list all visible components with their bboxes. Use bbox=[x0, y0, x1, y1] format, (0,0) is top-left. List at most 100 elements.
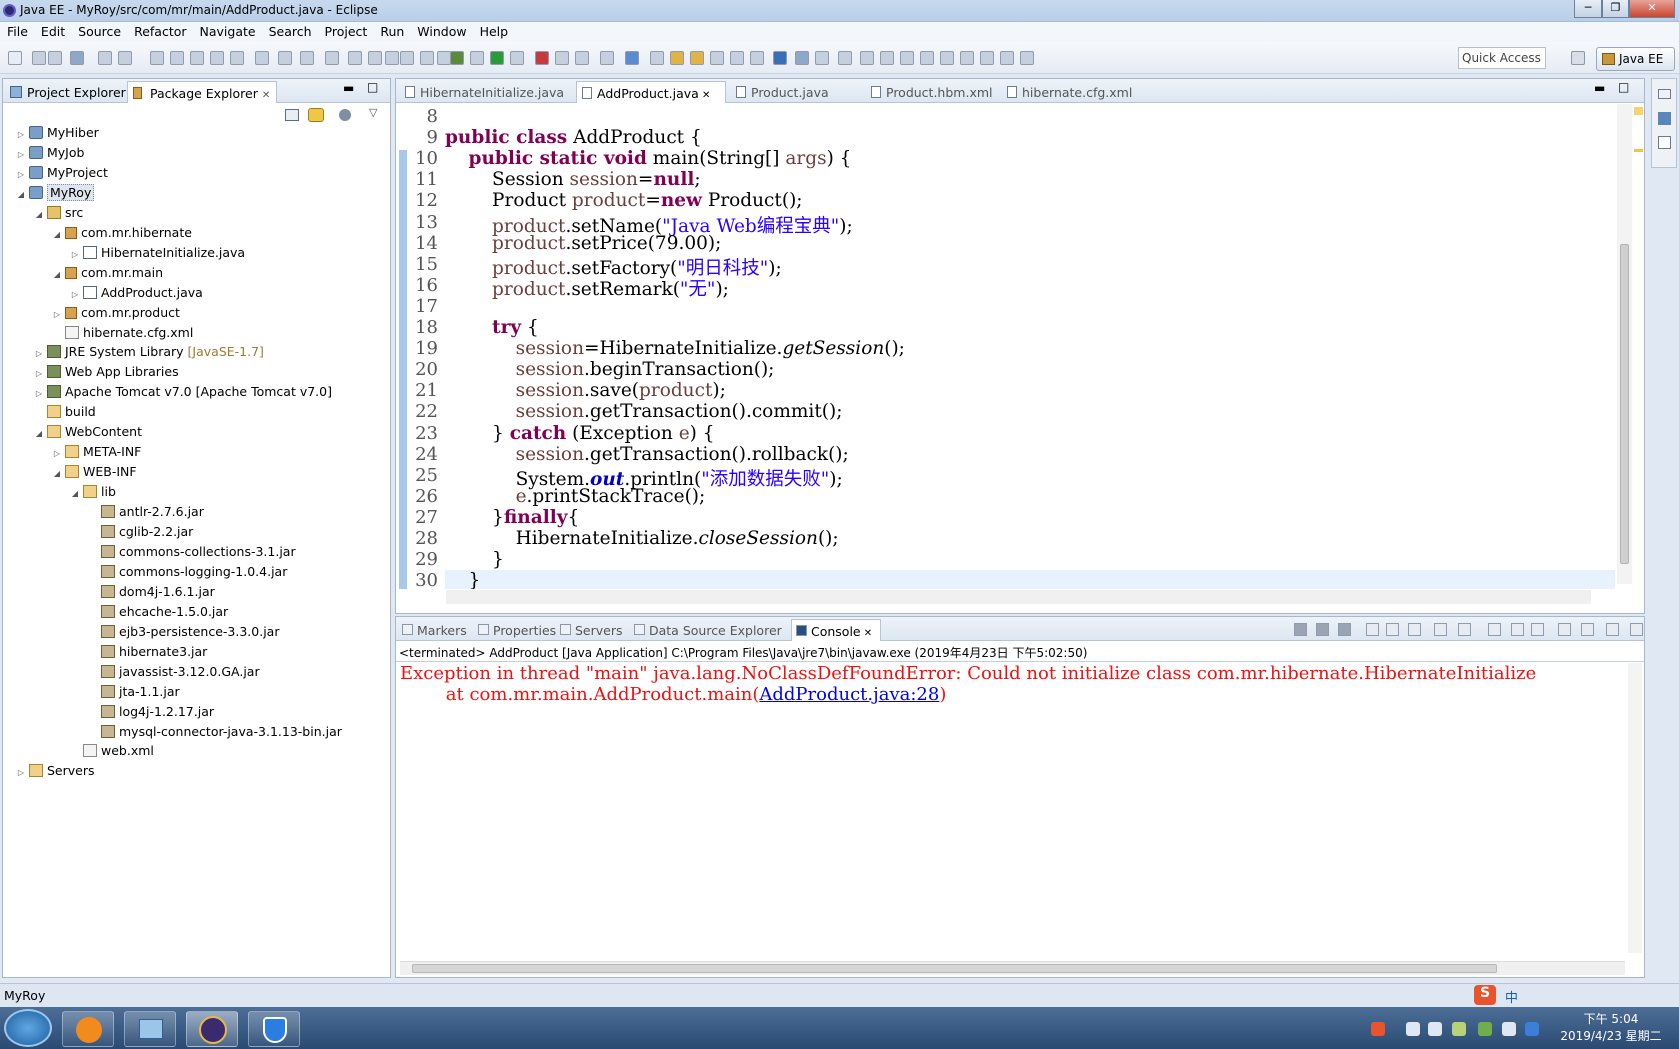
tree-item[interactable]: jta-1.1.jar bbox=[87, 682, 180, 701]
shield-tray-icon[interactable] bbox=[1406, 1022, 1420, 1036]
maximize-view-icon[interactable] bbox=[1630, 623, 1643, 636]
tab-console[interactable]: Console ✕ bbox=[791, 619, 881, 641]
minimize-button[interactable]: ─ bbox=[1574, 0, 1602, 18]
tree-item[interactable]: dom4j-1.6.1.jar bbox=[87, 582, 215, 601]
editor-vertical-scrollbar[interactable] bbox=[1617, 104, 1632, 584]
sogou-tray-icon[interactable] bbox=[1371, 1022, 1385, 1036]
toolbar-button-icon[interactable] bbox=[773, 51, 787, 65]
toolbar-button-icon[interactable] bbox=[98, 51, 112, 65]
code-line[interactable]: Session session=null; bbox=[445, 169, 701, 190]
minimize-view-icon[interactable] bbox=[1606, 623, 1619, 636]
expand-toggle-icon[interactable]: ▷ bbox=[15, 165, 27, 184]
usb-tray-icon[interactable] bbox=[1452, 1022, 1466, 1036]
toolbar-button-icon[interactable] bbox=[210, 51, 224, 65]
toolbar-button-icon[interactable] bbox=[368, 51, 382, 65]
expand-toggle-icon[interactable]: ◢ bbox=[51, 464, 63, 483]
display-console-icon[interactable] bbox=[1511, 623, 1524, 636]
link-with-editor-icon[interactable] bbox=[308, 108, 324, 122]
code-line[interactable]: } bbox=[445, 570, 1615, 589]
toolbar-button-icon[interactable] bbox=[230, 51, 244, 65]
menu-refactor[interactable]: Refactor bbox=[127, 22, 192, 39]
code-line[interactable]: public static void main(String[] args) { bbox=[445, 148, 852, 169]
tab-markers[interactable]: Markers bbox=[398, 619, 472, 641]
expand-toggle-icon[interactable]: ◢ bbox=[33, 205, 45, 224]
menu-navigate[interactable]: Navigate bbox=[193, 22, 262, 39]
expand-toggle-icon[interactable]: ▷ bbox=[51, 444, 63, 463]
tree-item[interactable]: ▷ HibernateInitialize.java bbox=[69, 243, 245, 262]
console-vertical-scrollbar[interactable] bbox=[1628, 663, 1642, 953]
toolbar-button-icon[interactable] bbox=[470, 51, 484, 65]
toolbar-button-icon[interactable] bbox=[838, 51, 852, 65]
toolbar-button-icon[interactable] bbox=[690, 51, 704, 65]
toolbar-button-icon[interactable] bbox=[730, 51, 744, 65]
toolbar-button-icon[interactable] bbox=[450, 51, 464, 65]
expand-toggle-icon[interactable]: ◢ bbox=[51, 265, 63, 284]
toolbar-button-icon[interactable] bbox=[170, 51, 184, 65]
expand-toggle-icon[interactable]: ▷ bbox=[69, 285, 81, 304]
expand-toggle-icon[interactable]: ▷ bbox=[33, 344, 45, 363]
toolbar-button-icon[interactable] bbox=[575, 51, 589, 65]
toolbar-button-icon[interactable] bbox=[710, 51, 724, 65]
tab-data-source-explorer[interactable]: Data Source Explorer bbox=[630, 619, 788, 641]
editor-tab[interactable]: AddProduct.java ✕ bbox=[576, 81, 726, 103]
code-area[interactable]: 8 9 public class AddProduct {10 public sta… bbox=[396, 104, 1644, 589]
toolbar-button-icon[interactable] bbox=[650, 51, 664, 65]
terminate-icon[interactable] bbox=[1294, 623, 1307, 636]
remove-all-icon[interactable] bbox=[1338, 623, 1351, 636]
toolbar-button-icon[interactable] bbox=[255, 51, 269, 65]
toolbar-button-icon[interactable] bbox=[385, 51, 399, 65]
menu-help[interactable]: Help bbox=[473, 22, 515, 39]
tree-item[interactable]: ▷ MyJob bbox=[15, 143, 85, 164]
tree-item[interactable]: log4j-1.2.17.jar bbox=[87, 702, 214, 721]
expand-toggle-icon[interactable]: ◢ bbox=[33, 424, 45, 443]
tree-item[interactable]: mysql-connector-java-3.1.13-bin.jar bbox=[87, 722, 342, 741]
toolbar-button-icon[interactable] bbox=[400, 51, 414, 65]
toolbar-button-icon[interactable] bbox=[880, 51, 894, 65]
code-line[interactable]: } catch (Exception e) { bbox=[445, 423, 715, 444]
expand-toggle-icon[interactable]: ◢ bbox=[15, 185, 27, 204]
close-tab-icon[interactable]: ✕ bbox=[262, 90, 270, 101]
tree-item[interactable]: ejb3-persistence-3.3.0.jar bbox=[87, 622, 279, 641]
volume-tray-icon[interactable] bbox=[1428, 1022, 1442, 1036]
quick-access-input[interactable]: Quick Access bbox=[1458, 47, 1546, 69]
expand-toggle-icon[interactable]: ▷ bbox=[15, 145, 27, 164]
expand-toggle-icon[interactable]: ▷ bbox=[51, 305, 63, 324]
tab-servers[interactable]: Servers bbox=[556, 619, 628, 641]
toolbar-button-icon[interactable] bbox=[815, 51, 829, 65]
restore-icon[interactable] bbox=[1658, 89, 1671, 99]
menu-run[interactable]: Run bbox=[373, 22, 410, 39]
view-menu-icon[interactable]: ▽ bbox=[369, 106, 377, 119]
overview-marker[interactable] bbox=[1634, 149, 1643, 152]
code-line[interactable]: session=HibernateInitialize.getSession()… bbox=[445, 338, 905, 359]
menu-window[interactable]: Window bbox=[410, 22, 472, 39]
tree-item[interactable]: build bbox=[33, 402, 96, 421]
maximize-editor-icon[interactable]: □ bbox=[1618, 80, 1629, 94]
toolbar-button-icon[interactable] bbox=[437, 51, 451, 65]
tab-properties[interactable]: Properties bbox=[474, 619, 556, 641]
toolbar-button-icon[interactable] bbox=[32, 51, 46, 65]
tab-project-explorer[interactable]: Project Explorer bbox=[5, 81, 127, 103]
menu-file[interactable]: File bbox=[0, 22, 34, 39]
tree-item[interactable]: ▷ AddProduct.java bbox=[69, 283, 203, 302]
control-panel-taskbar-icon[interactable] bbox=[124, 1011, 176, 1047]
editor-tab[interactable]: hibernate.cfg.xml bbox=[1002, 81, 1142, 103]
toolbar-button-icon[interactable] bbox=[118, 51, 132, 65]
tree-item[interactable]: ◢ com.mr.hibernate bbox=[51, 223, 192, 242]
toolbar-button-icon[interactable] bbox=[600, 51, 614, 65]
toolbar-button-icon[interactable] bbox=[348, 51, 362, 65]
editor-tab[interactable]: HibernateInitialize.java bbox=[400, 81, 574, 103]
toolbar-button-icon[interactable] bbox=[420, 51, 434, 65]
tree-item[interactable]: cglib-2.2.jar bbox=[87, 522, 193, 541]
system-clock[interactable]: 下午 5:04 2019/4/23 星期二 bbox=[1546, 1011, 1676, 1045]
toolbar-button-icon[interactable] bbox=[980, 51, 994, 65]
editor-tab[interactable]: Product.java bbox=[731, 81, 856, 103]
toolbar-button-icon[interactable] bbox=[8, 51, 22, 65]
tab-package-explorer[interactable]: Package Explorer ✕ bbox=[127, 81, 277, 103]
close-tab-icon[interactable]: ✕ bbox=[861, 628, 872, 639]
pin-console-icon[interactable] bbox=[1488, 623, 1501, 636]
code-line[interactable]: try { bbox=[445, 317, 539, 338]
close-tab-icon[interactable]: ✕ bbox=[699, 90, 710, 101]
expand-toggle-icon[interactable]: ▷ bbox=[33, 384, 45, 403]
ime-mode-label[interactable]: 中 bbox=[1505, 987, 1518, 1006]
toolbar-button-icon[interactable] bbox=[940, 51, 954, 65]
